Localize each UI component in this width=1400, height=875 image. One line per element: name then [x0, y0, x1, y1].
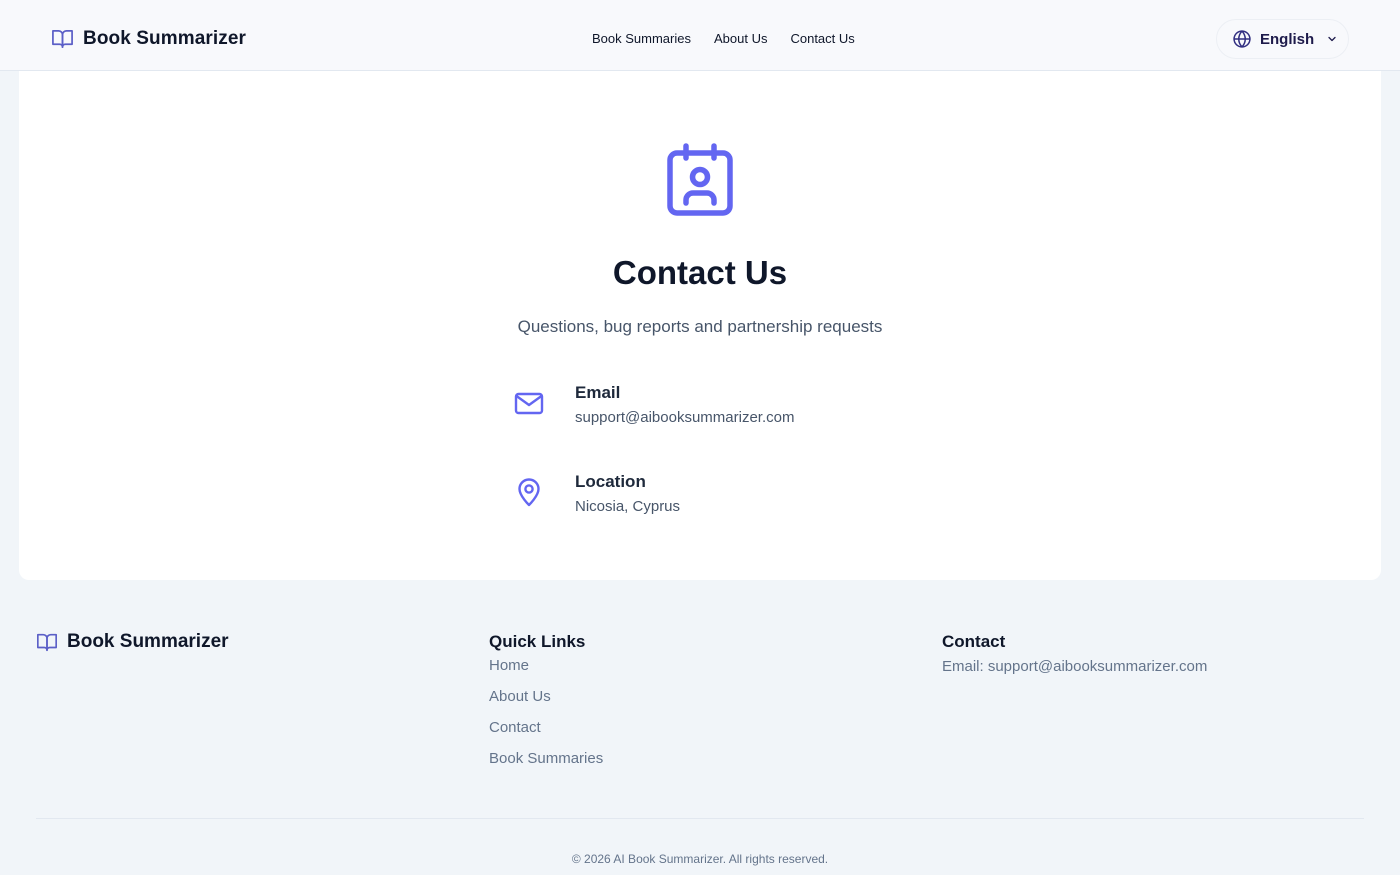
nav-book-summaries[interactable]: Book Summaries — [592, 31, 691, 46]
footer-brand[interactable]: Book Summarizer — [36, 631, 229, 653]
email-label: Email — [575, 383, 621, 402]
footer-divider — [36, 818, 1364, 819]
page-title: Contact Us — [612, 254, 788, 291]
copyright-text: © 2026 AI Book Summarizer. All rights re… — [571, 852, 829, 866]
footer-link-contact[interactable]: Contact — [489, 720, 603, 751]
footer-quick-links: Quick Links Home About Us Contact Book S… — [489, 632, 603, 782]
contact-email-item: Email support@aibooksummarizer.com — [513, 383, 794, 426]
chevron-down-icon — [1328, 36, 1336, 42]
main-nav: Book Summaries About Us Contact Us — [592, 31, 855, 46]
footer-contact: Contact Email: support@aibooksummarizer.… — [942, 632, 1207, 675]
footer-contact-email[interactable]: Email: support@aibooksummarizer.com — [942, 658, 1207, 675]
nav-about-us[interactable]: About Us — [714, 31, 767, 46]
open-book-icon — [37, 633, 57, 652]
footer-link-home[interactable]: Home — [489, 658, 603, 689]
email-value[interactable]: support@aibooksummarizer.com — [575, 409, 794, 426]
mail-icon — [514, 392, 544, 415]
language-label: English — [1260, 30, 1315, 48]
contact-card-icon — [667, 143, 733, 216]
open-book-icon — [52, 29, 73, 48]
location-value: Nicosia, Cyprus — [575, 498, 681, 515]
contact-location-item: Location Nicosia, Cyprus — [513, 472, 680, 515]
map-pin-icon — [518, 478, 540, 507]
brand-name: Book Summarizer — [83, 27, 247, 49]
footer-link-book-summaries[interactable]: Book Summaries — [489, 751, 603, 782]
location-label: Location — [575, 472, 646, 491]
nav-contact-us[interactable]: Contact Us — [790, 31, 854, 46]
language-selector[interactable]: English — [1216, 19, 1349, 59]
quick-links-title: Quick Links — [489, 632, 586, 651]
brand-logo-link[interactable]: Book Summarizer — [51, 27, 246, 50]
site-header: Book Summarizer Book Summaries About Us … — [0, 0, 1400, 71]
footer-contact-title: Contact — [942, 632, 1006, 651]
page-subtitle: Questions, bug reports and partnership r… — [517, 317, 883, 336]
footer-link-about-us[interactable]: About Us — [489, 689, 603, 720]
footer-brand-name: Book Summarizer — [67, 631, 229, 652]
globe-icon — [1233, 30, 1251, 48]
